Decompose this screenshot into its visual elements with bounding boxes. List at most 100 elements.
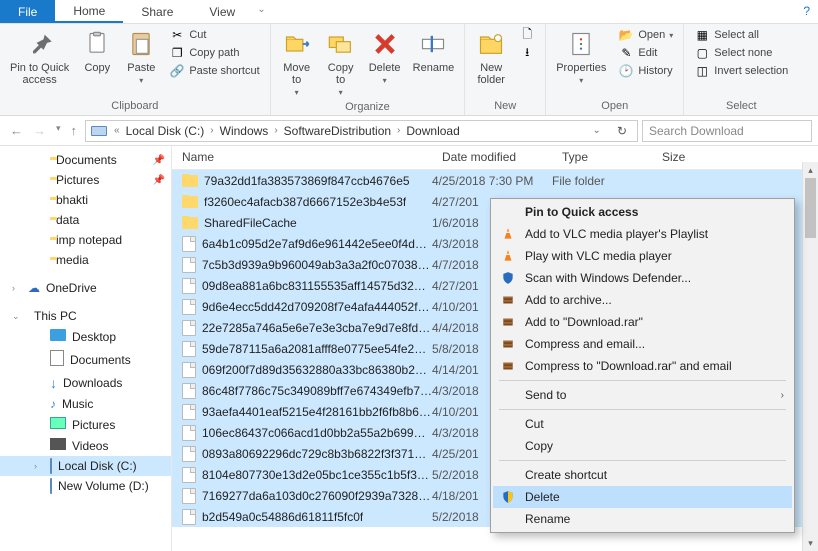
rename-button[interactable]: Rename — [409, 26, 459, 76]
ctx-vlc-play[interactable]: Play with VLC media player — [493, 245, 792, 267]
properties-button[interactable]: Properties ▾ — [552, 26, 610, 87]
copy-path-button[interactable]: ❐ Copy path — [165, 44, 263, 62]
ctx-cut[interactable]: Cut — [493, 413, 792, 435]
file-name: 22e7285a746a5e6e7e3e3cba7e9d7e8fd8e8... — [202, 321, 432, 335]
column-name[interactable]: Name — [172, 146, 432, 169]
tree-item[interactable]: media — [0, 250, 171, 270]
ctx-compress-email[interactable]: Compress and email... — [493, 333, 792, 355]
video-icon — [50, 438, 66, 453]
vertical-scrollbar[interactable]: ▴ ▾ — [802, 162, 818, 551]
shield-icon — [499, 488, 517, 506]
nav-recent-button[interactable]: ▾ — [56, 123, 61, 138]
ribbon-chevron-icon[interactable]: ⌄ — [253, 0, 269, 23]
tree-item[interactable]: Pictures — [0, 414, 171, 435]
breadcrumb-part[interactable]: SoftwareDistribution — [284, 124, 391, 138]
ctx-add-rar[interactable]: Add to "Download.rar" — [493, 311, 792, 333]
delete-button[interactable]: Delete ▾ — [365, 26, 405, 87]
column-size[interactable]: Size — [652, 146, 732, 169]
tree-item[interactable]: imp notepad — [0, 230, 171, 250]
tree-item[interactable]: Documents📌 — [0, 150, 171, 170]
tree-item-label: Pictures — [72, 418, 115, 432]
open-button[interactable]: 📂 Open ▾ — [614, 26, 677, 44]
chevron-right-icon: › — [781, 390, 784, 401]
tree-item[interactable]: Desktop — [0, 326, 171, 347]
history-icon: 🕑 — [618, 63, 634, 79]
tree-item[interactable]: bhakti — [0, 190, 171, 210]
share-tab[interactable]: Share — [123, 0, 191, 23]
chevron-down-icon: ▾ — [139, 76, 143, 85]
paste-shortcut-button[interactable]: 🔗 Paste shortcut — [165, 62, 263, 80]
ctx-vlc-playlist[interactable]: Add to VLC media player's Playlist — [493, 223, 792, 245]
tree-item-label: bhakti — [56, 193, 88, 207]
tree-item-label: Desktop — [72, 330, 116, 344]
ctx-compress-rar-email[interactable]: Compress to "Download.rar" and email — [493, 355, 792, 377]
paste-button[interactable]: Paste ▾ — [121, 26, 161, 87]
select-none-icon: ▢ — [694, 45, 710, 61]
breadcrumb-part[interactable]: Local Disk (C:) — [126, 124, 205, 138]
file-icon — [182, 425, 196, 441]
ctx-add-archive[interactable]: Add to archive... — [493, 289, 792, 311]
tree-item[interactable]: ↓Downloads — [0, 372, 171, 394]
ctx-create-shortcut[interactable]: Create shortcut — [493, 464, 792, 486]
archive-icon — [499, 291, 517, 309]
invert-selection-button[interactable]: ◫ Invert selection — [690, 62, 792, 80]
tree-item[interactable]: data — [0, 210, 171, 230]
nav-back-button[interactable]: ← — [10, 123, 23, 138]
onedrive-icon: ☁ — [28, 281, 40, 295]
breadcrumb-part[interactable]: Download — [406, 124, 459, 138]
breadcrumb[interactable]: « Local Disk (C:)› Windows› SoftwareDist… — [85, 120, 638, 142]
tree-item[interactable]: ♪Music — [0, 394, 171, 414]
music-icon: ♪ — [50, 397, 56, 411]
tree-item[interactable]: Videos — [0, 435, 171, 456]
new-folder-button[interactable]: New folder — [471, 26, 511, 88]
new-item-button[interactable]: 🗋 — [515, 26, 539, 44]
scroll-up-icon[interactable]: ▴ — [803, 162, 818, 178]
cut-button[interactable]: ✂ Cut — [165, 26, 263, 44]
ctx-delete[interactable]: Delete — [493, 486, 792, 508]
tree-item-label: Documents — [70, 353, 131, 367]
tree-item[interactable]: ›☁OneDrive — [0, 278, 171, 298]
new-folder-icon — [475, 28, 507, 60]
copy-to-button[interactable]: Copy to ▾ — [321, 26, 361, 99]
ctx-rename[interactable]: Rename — [493, 508, 792, 530]
ctx-send-to[interactable]: Send to › — [493, 384, 792, 406]
breadcrumb-part[interactable]: Windows — [220, 124, 269, 138]
chevron-down-icon[interactable]: ⌄ — [589, 125, 605, 136]
file-icon — [182, 383, 196, 399]
select-all-button[interactable]: ▦ Select all — [690, 26, 792, 44]
nav-up-button[interactable]: ↑ — [71, 123, 78, 138]
help-icon[interactable]: ? — [795, 0, 818, 23]
refresh-button[interactable]: ↻ — [611, 124, 633, 138]
tree-item[interactable]: ›Local Disk (C:) — [0, 456, 171, 476]
file-icon — [182, 236, 196, 252]
edit-button[interactable]: ✎ Edit — [614, 44, 677, 62]
column-type[interactable]: Type — [552, 146, 652, 169]
view-tab[interactable]: View — [191, 0, 253, 23]
ctx-scan-defender[interactable]: Scan with Windows Defender... — [493, 267, 792, 289]
scroll-down-icon[interactable]: ▾ — [803, 535, 818, 551]
separator — [499, 409, 786, 410]
history-button[interactable]: 🕑 History — [614, 62, 677, 80]
tree-item[interactable]: Pictures📌 — [0, 170, 171, 190]
home-tab[interactable]: Home — [55, 0, 123, 23]
copy-button[interactable]: Copy — [77, 26, 117, 76]
tree-item[interactable]: Documents — [0, 347, 171, 372]
move-to-button[interactable]: Move to ▾ — [277, 26, 317, 99]
easy-access-button[interactable]: ⭳ — [515, 44, 539, 62]
pin-to-quick-access-button[interactable]: Pin to Quick access — [6, 26, 73, 88]
tree-item[interactable]: ⌄This PC — [0, 306, 171, 326]
pics-icon — [50, 417, 66, 432]
column-date[interactable]: Date modified — [432, 146, 552, 169]
nav-forward-button[interactable]: → — [33, 123, 46, 138]
vlc-icon — [499, 225, 517, 243]
scrollbar-thumb[interactable] — [805, 178, 816, 238]
down-icon: ↓ — [50, 375, 57, 391]
search-input[interactable]: Search Download — [642, 120, 812, 142]
tree-item[interactable]: New Volume (D:) — [0, 476, 171, 496]
select-none-button[interactable]: ▢ Select none — [690, 44, 792, 62]
pin-icon — [499, 203, 517, 221]
ctx-copy[interactable]: Copy — [493, 435, 792, 457]
file-row[interactable]: 79a32dd1fa383573869f847ccb4676e54/25/201… — [172, 170, 818, 191]
ctx-pin-quick-access[interactable]: Pin to Quick access — [493, 201, 792, 223]
file-tab[interactable]: File — [0, 0, 55, 23]
